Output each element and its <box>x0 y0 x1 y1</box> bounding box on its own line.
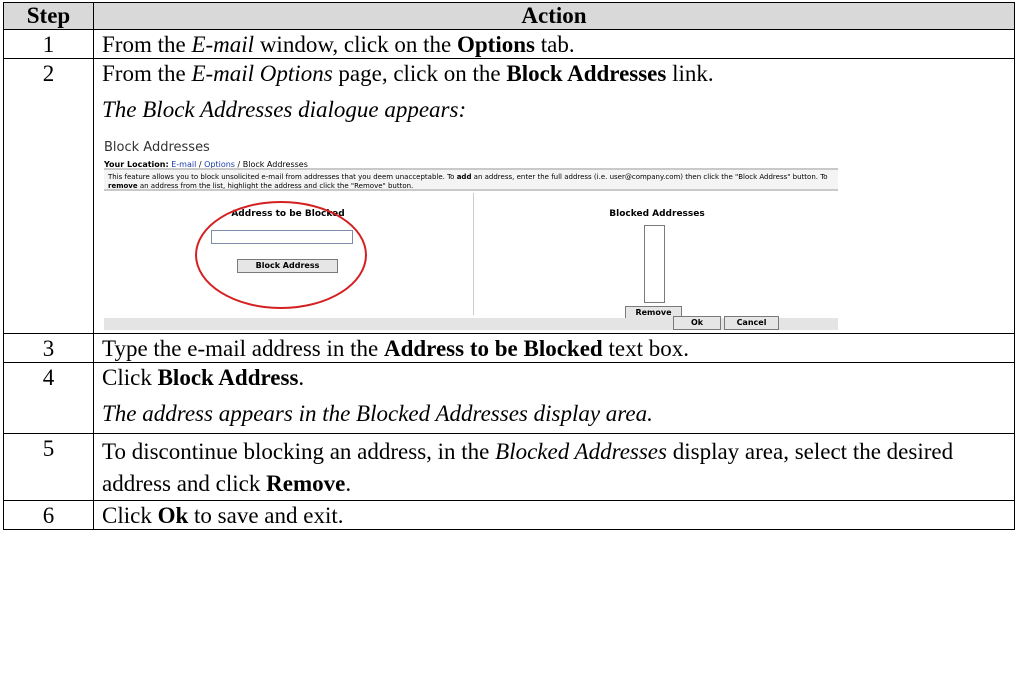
step-text: Click Block Address. <box>102 365 1014 391</box>
step-row-4: 4 Click Block Address. The address appea… <box>3 362 1015 434</box>
step-text: Type the e-mail address in the Address t… <box>102 336 1014 362</box>
step-row-6: 6 Click Ok to save and exit. <box>3 500 1015 530</box>
text-run: page, click on the <box>332 61 507 86</box>
bold-term: Block Address <box>157 365 299 390</box>
address-to-block-panel: Address to be Blocked Block Address <box>104 193 472 315</box>
step-text: From the E-mail Options page, click on t… <box>102 61 1014 87</box>
text-run: To discontinue blocking an address, in t… <box>102 439 496 464</box>
step-number: 4 <box>3 362 94 434</box>
header-row: Step Action <box>3 2 1015 30</box>
step-action: Click Block Address. The address appears… <box>93 362 1015 434</box>
text-run: . <box>345 471 352 496</box>
text-run: From the <box>102 61 192 86</box>
blocked-addresses-list[interactable] <box>644 225 665 303</box>
blocked-addresses-title: Blocked Addresses <box>609 209 705 219</box>
step-text: From the E-mail window, click on the Opt… <box>102 32 1014 58</box>
step-action: Type the e-mail address in the Address t… <box>93 333 1015 363</box>
bold-term: Address to be Blocked <box>383 336 603 361</box>
text-run: tab. <box>534 32 575 57</box>
step-action: Click Ok to save and exit. <box>93 500 1015 530</box>
block-address-button[interactable]: Block Address <box>237 259 338 273</box>
step-number: 3 <box>3 333 94 363</box>
text-run: Click <box>102 503 158 528</box>
step-text: To discontinue blocking an address, in t… <box>102 436 1014 500</box>
text-run: window, click on the <box>254 32 457 57</box>
bold-term: add <box>456 173 472 181</box>
text-run: to save and exit. <box>188 503 344 528</box>
blocked-addresses-panel: Blocked Addresses Remove <box>473 193 840 320</box>
text-run: Click <box>102 365 158 390</box>
instructions-table: Step Action 1 From the E-mail window, cl… <box>3 2 1015 530</box>
text-run: This feature allows you to block unsolic… <box>108 173 457 181</box>
step-row-1: 1 From the E-mail window, click on the O… <box>3 29 1015 59</box>
text-run: . <box>298 365 305 390</box>
italic-term: E-mail Options <box>191 61 333 86</box>
text-run: From the <box>102 32 192 57</box>
step-row-3: 3 Type the e-mail address in the Address… <box>3 333 1015 363</box>
step-text: Click Ok to save and exit. <box>102 503 1014 529</box>
bold-term: remove <box>108 182 138 190</box>
step-header: Step <box>3 2 94 30</box>
address-to-block-title: Address to be Blocked <box>231 209 345 219</box>
step-number: 5 <box>3 433 94 501</box>
step-number: 2 <box>3 58 94 334</box>
text-run: an address from the list, highlight the … <box>137 182 414 190</box>
step-number: 6 <box>3 500 94 530</box>
italic-term: E-mail <box>191 32 255 57</box>
text-run: link. <box>666 61 714 86</box>
step-row-2: 2 From the E-mail Options page, click on… <box>3 58 1015 334</box>
step-action: From the E-mail Options page, click on t… <box>93 58 1015 334</box>
address-to-block-input[interactable] <box>211 230 353 244</box>
step-row-5: 5 To discontinue blocking an address, in… <box>3 433 1015 501</box>
text-run: text box. <box>602 336 689 361</box>
action-header: Action <box>93 2 1015 30</box>
text-run: Type the e-mail address in the <box>102 336 384 361</box>
ok-button[interactable]: Ok <box>673 316 721 330</box>
block-addresses-screenshot: Block Addresses Your Location: E-mail / … <box>104 135 840 330</box>
cancel-button[interactable]: Cancel <box>724 316 779 330</box>
step-note: The address appears in the Blocked Addre… <box>102 401 653 426</box>
feature-description: This feature allows you to block unsolic… <box>104 168 838 191</box>
bold-term: Block Addresses <box>506 61 667 86</box>
step-number: 1 <box>3 29 94 59</box>
italic-term: Blocked Addresses <box>495 439 667 464</box>
bold-term: Options <box>456 32 535 57</box>
bold-term: Remove <box>266 471 346 496</box>
step-action: From the E-mail window, click on the Opt… <box>93 29 1015 59</box>
bold-term: Ok <box>157 503 189 528</box>
text-run: an address, enter the full address (i.e.… <box>471 173 828 181</box>
step-action: To discontinue blocking an address, in t… <box>93 433 1015 501</box>
step-note: The Block Addresses dialogue appears: <box>102 97 467 122</box>
